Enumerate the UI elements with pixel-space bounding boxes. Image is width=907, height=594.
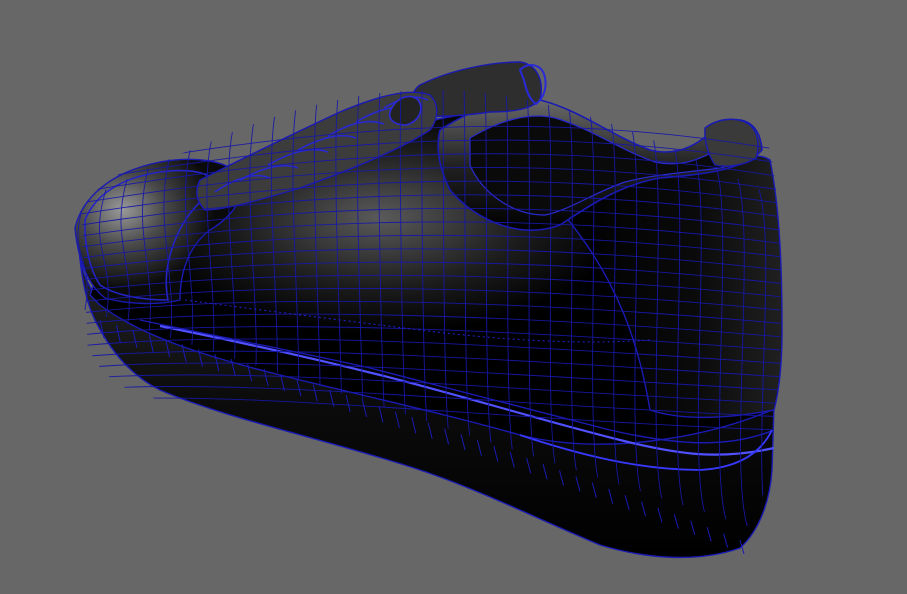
3d-viewport[interactable] [0,0,907,594]
heel-tab[interactable] [704,118,759,167]
shoe-model[interactable] [0,0,907,594]
mesh-line [779,199,783,541]
